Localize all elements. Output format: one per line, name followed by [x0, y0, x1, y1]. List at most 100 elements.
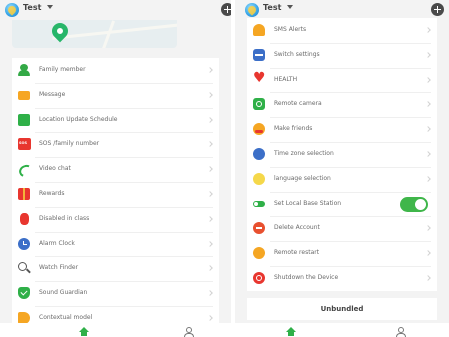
- shield-icon: [18, 287, 30, 300]
- menu-item-label: Message: [39, 90, 66, 98]
- base-station-toggle[interactable]: [400, 196, 428, 212]
- chevron-right-icon: [425, 27, 431, 33]
- menu-item-label: Video chat: [39, 165, 71, 173]
- bottom-tab-bar: [235, 323, 449, 337]
- menu-item-label: Watch Finder: [39, 264, 79, 272]
- menu-item-label: SMS Alerts: [274, 26, 307, 33]
- chevron-right-icon: [207, 191, 213, 197]
- menu-item-video-chat[interactable]: Video chat: [12, 157, 219, 182]
- device-title[interactable]: Test: [23, 3, 41, 12]
- location-schedule-icon: [18, 113, 30, 126]
- header: Test: [235, 0, 449, 20]
- menu-item-sms-alerts[interactable]: SMS Alerts: [247, 18, 437, 43]
- menu-item-label: Family member: [39, 66, 86, 73]
- map-road: [52, 23, 177, 40]
- menu-item-label: SOS /family number: [39, 140, 100, 148]
- menu-item-location-update-schedule[interactable]: Location Update Schedule: [12, 107, 219, 133]
- toggle-knob: [415, 198, 426, 210]
- menu-item-label: Remote camera: [274, 100, 322, 108]
- mail-icon: [18, 90, 30, 100]
- friends-icon: [253, 123, 265, 136]
- switch-icon: [253, 48, 265, 61]
- menu-item-shutdown-the-device[interactable]: Shutdown the Device: [247, 265, 437, 291]
- chevron-right-icon: [207, 67, 213, 73]
- menu-item-rewards[interactable]: Rewards: [12, 181, 219, 207]
- sos-icon: [18, 138, 31, 151]
- menu-item-sos-family-number[interactable]: SOS /family number: [12, 132, 219, 157]
- menu-item-disabled-in-class[interactable]: Disabled in class: [12, 206, 219, 232]
- menu-item-label: Sound Guardian: [39, 289, 88, 297]
- menu-item-remote-restart[interactable]: Remote restart: [247, 241, 437, 266]
- menu-item-alarm-clock[interactable]: Alarm Clock: [12, 231, 219, 257]
- chevron-right-icon: [207, 215, 213, 222]
- chevron-right-icon: [425, 101, 431, 108]
- camera-icon: [253, 98, 265, 111]
- settings-list: SMS Alerts Switch settings HEALTH Remote…: [247, 18, 437, 291]
- disabled-icon: [20, 212, 29, 225]
- bell-icon: [253, 24, 265, 36]
- menu-item-sound-guardian[interactable]: Sound Guardian: [12, 281, 219, 306]
- settings-list: Family member Message Location Update Sc…: [12, 58, 219, 331]
- menu-item-message[interactable]: Message: [12, 82, 219, 108]
- menu-item-health[interactable]: HEALTH: [247, 67, 437, 93]
- restart-icon: [253, 247, 265, 260]
- header: Test: [0, 0, 231, 20]
- app-logo-icon: [5, 3, 19, 17]
- chevron-right-icon: [207, 91, 213, 98]
- chevron-right-icon: [425, 225, 431, 232]
- language-icon: [253, 172, 265, 185]
- menu-item-label: Shutdown the Device: [274, 273, 339, 281]
- chevron-right-icon: [207, 141, 213, 148]
- chevron-right-icon: [207, 166, 213, 173]
- left-screen: Test Family member Message Location Upda…: [0, 0, 231, 337]
- menu-item-label: Rewards: [39, 189, 65, 197]
- chevron-right-icon: [425, 250, 431, 257]
- menu-item-remote-camera[interactable]: Remote camera: [247, 92, 437, 117]
- chevron-right-icon: [425, 275, 431, 281]
- menu-item-label: HEALTH: [274, 75, 298, 83]
- menu-item-delete-account[interactable]: Delete Account: [247, 216, 437, 241]
- menu-item-watch-finder[interactable]: Watch Finder: [12, 256, 219, 281]
- menu-item-make-friends[interactable]: Make friends: [247, 117, 437, 142]
- chevron-right-icon: [425, 51, 431, 58]
- menu-item-label: Time zone selection: [274, 149, 334, 157]
- map-view[interactable]: [12, 20, 177, 48]
- menu-item-label: Location Update Schedule: [39, 115, 118, 123]
- menu-item-family-member[interactable]: Family member: [12, 58, 219, 83]
- menu-item-label: Alarm Clock: [39, 239, 75, 247]
- menu-item-set-local-base-station: Set Local Base Station: [247, 191, 437, 217]
- profile-icon[interactable]: [184, 327, 194, 337]
- profile-icon[interactable]: [396, 327, 406, 337]
- add-circle-icon[interactable]: [431, 3, 444, 16]
- device-title[interactable]: Test: [263, 3, 281, 12]
- menu-item-label: Disabled in class: [39, 214, 90, 222]
- heart-icon: [253, 71, 266, 86]
- menu-item-label: Remote restart: [274, 249, 320, 257]
- chevron-down-icon[interactable]: [287, 5, 293, 9]
- station-icon: [253, 198, 265, 210]
- chevron-right-icon: [207, 315, 213, 321]
- chevron-right-icon: [207, 116, 213, 123]
- chevron-right-icon: [425, 76, 431, 83]
- chevron-right-icon: [425, 126, 431, 133]
- unbundle-button[interactable]: Unbundled: [247, 298, 437, 320]
- menu-item-time-zone-selection[interactable]: Time zone selection: [247, 141, 437, 167]
- chevron-right-icon: [207, 290, 213, 297]
- chevron-right-icon: [425, 151, 431, 157]
- chevron-right-icon: [425, 175, 431, 182]
- menu-item-language-selection[interactable]: language selection: [247, 166, 437, 192]
- home-icon[interactable]: [286, 327, 296, 336]
- gift-icon: [18, 187, 30, 200]
- bottom-tab-bar: [0, 323, 231, 337]
- chevron-down-icon[interactable]: [47, 5, 53, 9]
- power-icon: [253, 271, 265, 284]
- menu-item-label: Make friends: [274, 125, 313, 133]
- chevron-right-icon: [207, 265, 213, 272]
- chevron-right-icon: [207, 240, 213, 247]
- menu-item-switch-settings[interactable]: Switch settings: [247, 42, 437, 68]
- menu-item-label: language selection: [274, 174, 331, 182]
- add-circle-icon[interactable]: [221, 3, 231, 16]
- phone-icon: [18, 163, 30, 175]
- home-icon[interactable]: [79, 327, 89, 336]
- app-logo-icon: [245, 3, 259, 17]
